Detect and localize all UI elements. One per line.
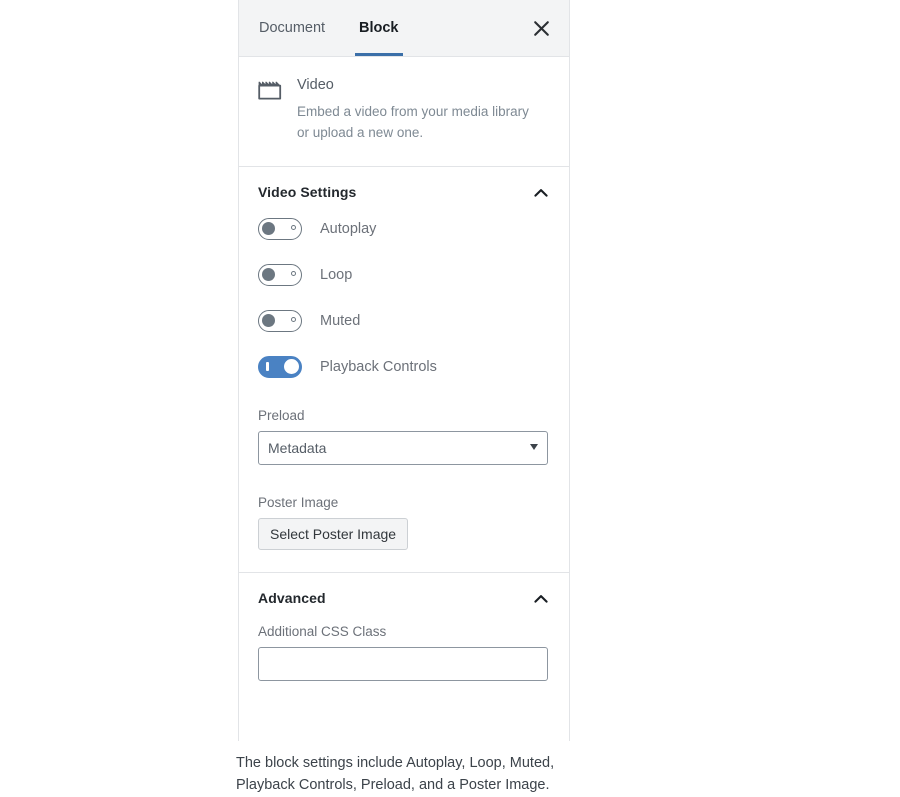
sidebar-tab-bar: Document Block — [239, 0, 569, 57]
toggle-off-ring — [291, 225, 296, 231]
toggle-off-ring — [291, 317, 296, 323]
tab-block-label: Block — [359, 20, 399, 36]
block-title: Video — [297, 77, 334, 93]
toggle-row-playback-controls: Playback Controls — [258, 356, 551, 379]
toggle-off-ring — [291, 271, 296, 277]
toggle-muted-label: Muted — [320, 313, 361, 330]
toggle-loop-label: Loop — [320, 267, 353, 284]
field-additional-css-class: Additional CSS Class — [258, 624, 551, 682]
poster-image-label: Poster Image — [258, 495, 339, 511]
tab-document-label: Document — [259, 20, 326, 36]
toggle-knob — [284, 359, 299, 375]
toggle-knob — [262, 314, 275, 328]
figure-caption: The block settings include Autoplay, Loo… — [236, 755, 555, 794]
toggle-row-autoplay: Autoplay — [258, 218, 551, 241]
toggle-row-loop: Loop — [258, 264, 551, 287]
block-info-card: Video Embed a video from your media libr… — [239, 57, 569, 168]
additional-css-class-input[interactable] — [258, 647, 548, 682]
toggle-playback-controls-label: Playback Controls — [320, 359, 437, 376]
close-settings-button[interactable] — [525, 13, 557, 45]
chevron-up-icon[interactable] — [531, 589, 551, 609]
toggle-knob — [262, 222, 275, 236]
toggle-autoplay[interactable] — [258, 218, 302, 241]
additional-css-class-label: Additional CSS Class — [258, 624, 387, 640]
block-settings-sidebar: Document Block Video Embed a video from … — [238, 0, 570, 741]
toggle-row-muted: Muted — [258, 310, 551, 333]
block-description: Embed a video from your media library or… — [297, 104, 529, 141]
section-advanced-body: Additional CSS Class — [239, 624, 569, 703]
close-icon — [525, 19, 557, 38]
tab-active-indicator — [355, 53, 403, 56]
field-preload: Preload Metadata — [258, 408, 551, 466]
section-advanced-title: Advanced — [258, 590, 326, 607]
section-video-settings-body: Autoplay Loop Muted Playback Controls Pr… — [239, 218, 569, 572]
toggle-loop[interactable] — [258, 264, 302, 287]
section-video-settings-title: Video Settings — [258, 184, 357, 201]
toggle-knob — [262, 268, 275, 282]
chevron-up-icon[interactable] — [531, 183, 551, 203]
section-video-settings-header[interactable]: Video Settings — [239, 167, 569, 218]
video-clapperboard-icon — [257, 77, 293, 103]
toggle-muted[interactable] — [258, 310, 302, 333]
section-video-settings: Video Settings Autoplay Loop Muted Playb… — [239, 167, 569, 574]
toggle-autoplay-label: Autoplay — [320, 221, 377, 238]
section-advanced-header[interactable]: Advanced — [239, 573, 569, 624]
toggle-playback-controls[interactable] — [258, 356, 302, 379]
toggle-on-bar — [266, 362, 269, 372]
field-poster-image: Poster Image Select Poster Image — [258, 495, 551, 551]
section-advanced: Advanced Additional CSS Class — [239, 573, 569, 703]
tab-block[interactable]: Block — [347, 0, 411, 56]
preload-select[interactable]: Metadata — [258, 431, 548, 466]
select-poster-image-button[interactable]: Select Poster Image — [258, 518, 409, 551]
tab-document[interactable]: Document — [247, 0, 337, 56]
preload-label: Preload — [258, 408, 305, 424]
